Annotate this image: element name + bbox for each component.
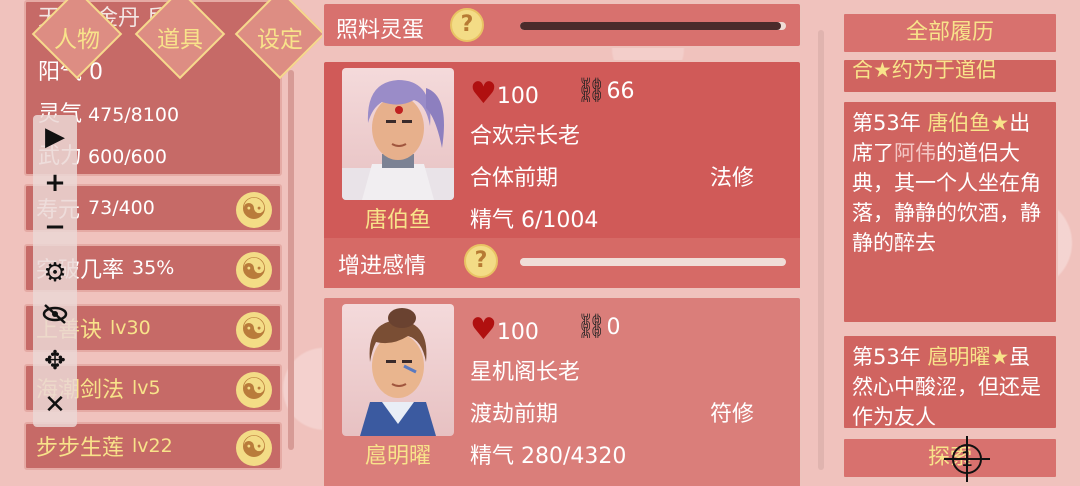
play-icon[interactable]: ▶ [33,117,77,157]
care-progress-fill [520,22,781,30]
action-label: 增进感情 [338,254,427,279]
tab-settings[interactable]: 设定 [235,20,325,54]
skill-level: lv30 [110,317,151,339]
left-scrollbar[interactable] [288,70,294,450]
character-name: 扈明曜 [364,444,431,469]
character-name: 唐伯鱼 [364,208,431,233]
care-progress [520,22,786,30]
character-sect: 合欢宗长老 [470,124,581,149]
eye-off-icon[interactable] [33,297,77,337]
bond: ⛓0 [576,312,620,340]
skill-row[interactable]: 步步生莲 lv22 ☯ [24,422,282,470]
handcuffs-icon: ⛓ [576,312,607,340]
care-label: 照料灵蛋 [336,18,425,43]
center-scrollbar[interactable] [818,30,824,470]
affection: ♥100 [470,312,539,347]
history-entry: 第53年 唐伯鱼★出席了阿伟的道侣大典，其一个人坐在角落，静静的饮酒，静静的醉去 [842,100,1058,324]
gear-icon[interactable]: ⚙ [33,253,77,293]
tab-items[interactable]: 道具 [135,20,225,54]
character-portrait [342,304,454,436]
skill-level: lv5 [132,377,161,399]
yinyang-icon[interactable]: ☯ [236,312,272,348]
character-essence: 精气 280/4320 [470,444,627,469]
entry-name: 扈明曜★ [927,345,1010,369]
character-essence: 精气 6/1004 [470,208,599,233]
history-button[interactable]: 全部履历 [842,12,1058,54]
help-icon[interactable]: ? [464,244,498,278]
affection-value: 100 [496,84,539,109]
shouyuan-value: 73/400 [88,197,155,219]
plus-icon[interactable]: + [33,163,77,203]
lingqi-value: 475/8100 [88,104,180,126]
character-realm: 渡劫前期 [470,402,559,427]
character-path: 法修 [710,166,755,191]
yinyang-icon[interactable]: ☯ [236,252,272,288]
entry-year: 第53年 [852,111,921,135]
skill-level: lv22 [132,435,173,457]
yinyang-icon[interactable]: ☯ [236,192,272,228]
history-partial-text: 合★约为于道侣 [852,58,997,82]
floating-toolbar: ▶ + − ⚙ ✥ ✕ [33,115,77,427]
entry-year: 第53年 [852,345,921,369]
entry-name: 唐伯鱼★ [927,111,1010,135]
wuli-value: 600/600 [88,146,167,168]
heart-icon: ♥ [470,76,497,111]
character-sect: 星机阁长老 [470,360,581,385]
character-path: 符修 [710,402,755,427]
minus-icon[interactable]: − [33,207,77,247]
help-icon[interactable]: ? [450,8,484,42]
crosshair-icon[interactable]: 1 [944,436,990,482]
move-icon[interactable]: ✥ [33,341,77,381]
history-entry-partial: 合★约为于道侣 [842,58,1058,94]
handcuffs-icon: ⛓ [576,76,607,104]
affection-value: 100 [496,320,539,345]
character-card[interactable]: 扈明曜 ♥100 ⛓0 星机阁长老 渡劫前期 符修 精气 280/4320 [322,296,802,486]
heart-icon: ♥ [470,312,497,347]
character-realm: 合体前期 [470,166,559,191]
action-progress [520,258,786,266]
explore-badge: 1 [961,447,974,471]
action-bar: 增进感情 ? [324,238,800,288]
close-icon[interactable]: ✕ [33,385,77,425]
skill-name: 步步生莲 [36,436,125,461]
affection: ♥100 [470,76,539,111]
character-card[interactable]: 唐伯鱼 ♥100 ⛓66 合欢宗长老 合体前期 法修 精气 6/1004 增进感… [322,60,802,290]
tab-characters[interactable]: 人物 [32,20,122,54]
tupo-value: 35% [132,257,175,279]
action-progress-fill [520,258,776,266]
bond-value: 0 [606,315,621,340]
yinyang-icon[interactable]: ☯ [236,372,272,408]
bond: ⛓66 [576,76,634,104]
bond-value: 66 [606,79,635,104]
yinyang-icon[interactable]: ☯ [236,430,272,466]
entry-other-name: 阿伟 [894,141,936,165]
history-entry: 第53年 扈明曜★虽然心中酸涩，但还是作为友人 [842,334,1058,430]
character-portrait [342,68,454,200]
care-egg-bar: 照料灵蛋 ? [322,2,802,48]
